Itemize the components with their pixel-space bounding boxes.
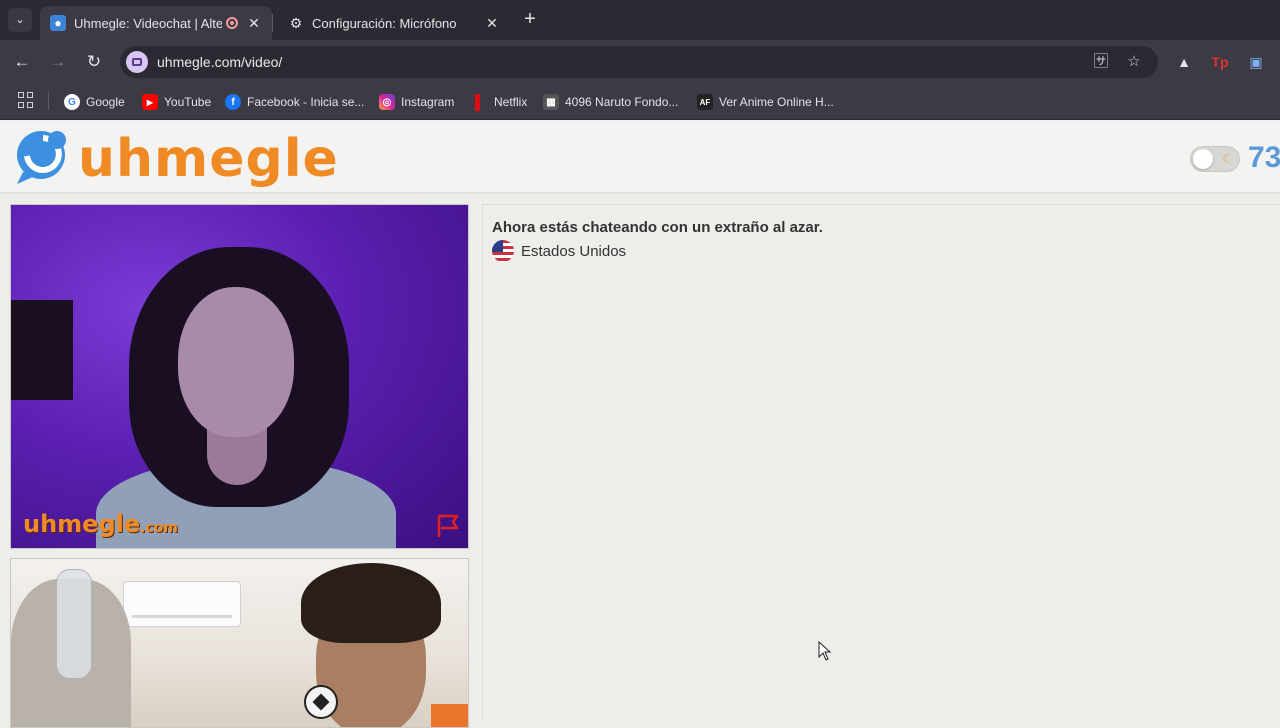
bookmark-anime[interactable]: AF Ver Anime Online H... xyxy=(697,91,834,113)
youtube-icon: ▶ xyxy=(142,94,158,110)
chat-log[interactable]: Ahora estás chateando con un extraño al … xyxy=(482,204,1280,720)
new-tab-button[interactable]: + xyxy=(518,8,542,32)
bookmark-label: Facebook - Inicia se... xyxy=(247,95,365,109)
background-tv xyxy=(11,300,73,400)
bookmark-label: Instagram xyxy=(401,95,455,109)
bookmark-naruto[interactable]: ▦ 4096 Naruto Fondo... xyxy=(543,91,678,113)
reload-icon[interactable]: ↻ xyxy=(82,50,106,74)
instagram-icon: ◎ xyxy=(379,94,395,110)
site-logo-text[interactable]: uhmegle xyxy=(78,129,339,189)
url-text[interactable]: uhmegle.com/video/ xyxy=(157,54,282,70)
page-content: uhmegle ☾ 73 uhmegle.com Ahora estás cha… xyxy=(0,121,1280,728)
browser-toolbar: ← → ↻ uhmegle.com/video/ 🈂 ☆ ▲ Tp ▣ xyxy=(0,40,1280,84)
tab-settings-microphone[interactable]: ⚙ Configuración: Micrófono ✕ xyxy=(278,6,510,40)
self-video xyxy=(10,558,469,728)
bookmarks-divider xyxy=(48,92,49,110)
online-users-count: 73 xyxy=(1248,141,1280,174)
self-hair xyxy=(301,563,441,643)
bookmark-instagram[interactable]: ◎ Instagram xyxy=(379,91,454,113)
bookmark-label: Ver Anime Online H... xyxy=(719,95,834,109)
stranger-video: uhmegle.com xyxy=(10,204,469,549)
google-icon: G xyxy=(64,94,80,110)
bookmark-label: YouTube xyxy=(164,95,212,109)
close-tab-icon[interactable]: ✕ xyxy=(484,15,500,32)
air-conditioner xyxy=(123,581,241,627)
video-watermark: uhmegle.com xyxy=(23,510,178,538)
forward-arrow-icon[interactable]: → xyxy=(46,50,70,74)
moon-icon: ☾ xyxy=(1222,151,1234,166)
toggle-knob xyxy=(1193,149,1213,169)
dark-mode-toggle[interactable]: ☾ xyxy=(1190,146,1240,172)
uhmegle-logo-icon[interactable] xyxy=(13,128,73,186)
self-shirt xyxy=(431,704,468,727)
address-bar[interactable]: uhmegle.com/video/ 🈂 ☆ xyxy=(120,46,1158,78)
apps-grid-icon[interactable] xyxy=(18,92,34,108)
site-info-icon[interactable] xyxy=(126,51,148,73)
extension-tp-icon[interactable]: Tp xyxy=(1210,52,1230,72)
facebook-icon: f xyxy=(225,94,241,110)
extension-puzzle-icon[interactable]: ▣ xyxy=(1246,52,1266,72)
bookmark-label: Google xyxy=(86,95,125,109)
tab-title: Uhmegle: Videochat | Altern xyxy=(74,15,222,31)
tab-divider xyxy=(272,14,273,32)
close-tab-icon[interactable]: ✕ xyxy=(246,15,262,32)
tab-search-button[interactable]: ⌄ xyxy=(8,8,32,32)
bookmarks-bar: G Google ▶ YouTube f Facebook - Inicia s… xyxy=(0,84,1280,120)
chat-status-message: Ahora estás chateando con un extraño al … xyxy=(492,219,823,236)
site-header: uhmegle ☾ 73 xyxy=(0,121,1280,194)
tab-uhmegle[interactable]: ● Uhmegle: Videochat | Altern ✕ xyxy=(40,6,272,40)
extension-triangle-icon[interactable]: ▲ xyxy=(1174,52,1194,72)
netflix-icon: ▌ xyxy=(475,94,485,110)
stranger-country: Estados Unidos xyxy=(492,240,626,262)
bookmark-facebook[interactable]: f Facebook - Inicia se... xyxy=(225,91,364,113)
mouse-cursor-icon xyxy=(818,641,832,661)
bookmark-label: Netflix xyxy=(494,95,528,109)
bookmark-google[interactable]: G Google xyxy=(64,91,125,113)
bookmark-label: 4096 Naruto Fondo... xyxy=(565,95,679,109)
us-flag-icon xyxy=(492,240,514,262)
country-label: Estados Unidos xyxy=(521,242,627,260)
soccer-ball xyxy=(304,685,338,719)
stranger-face xyxy=(178,287,294,437)
recording-indicator-icon xyxy=(226,17,238,29)
bookmark-youtube[interactable]: ▶ YouTube xyxy=(142,91,211,113)
uhmegle-favicon-icon: ● xyxy=(50,15,66,31)
image-icon: ▦ xyxy=(543,94,559,110)
tab-title: Configuración: Micrófono xyxy=(312,15,457,31)
plastic-bottle xyxy=(56,569,92,679)
back-arrow-icon[interactable]: ← xyxy=(10,50,34,74)
tab-bar: ⌄ ● Uhmegle: Videochat | Altern ✕ ⚙ Conf… xyxy=(0,0,1280,40)
report-flag-icon[interactable] xyxy=(435,513,461,539)
bookmark-netflix[interactable]: ▌ Netflix xyxy=(472,91,527,113)
translate-icon[interactable]: 🈂 xyxy=(1091,52,1111,72)
gear-icon: ⚙ xyxy=(289,14,303,31)
bookmark-star-icon[interactable]: ☆ xyxy=(1124,52,1144,72)
anime-icon: AF xyxy=(697,94,713,110)
